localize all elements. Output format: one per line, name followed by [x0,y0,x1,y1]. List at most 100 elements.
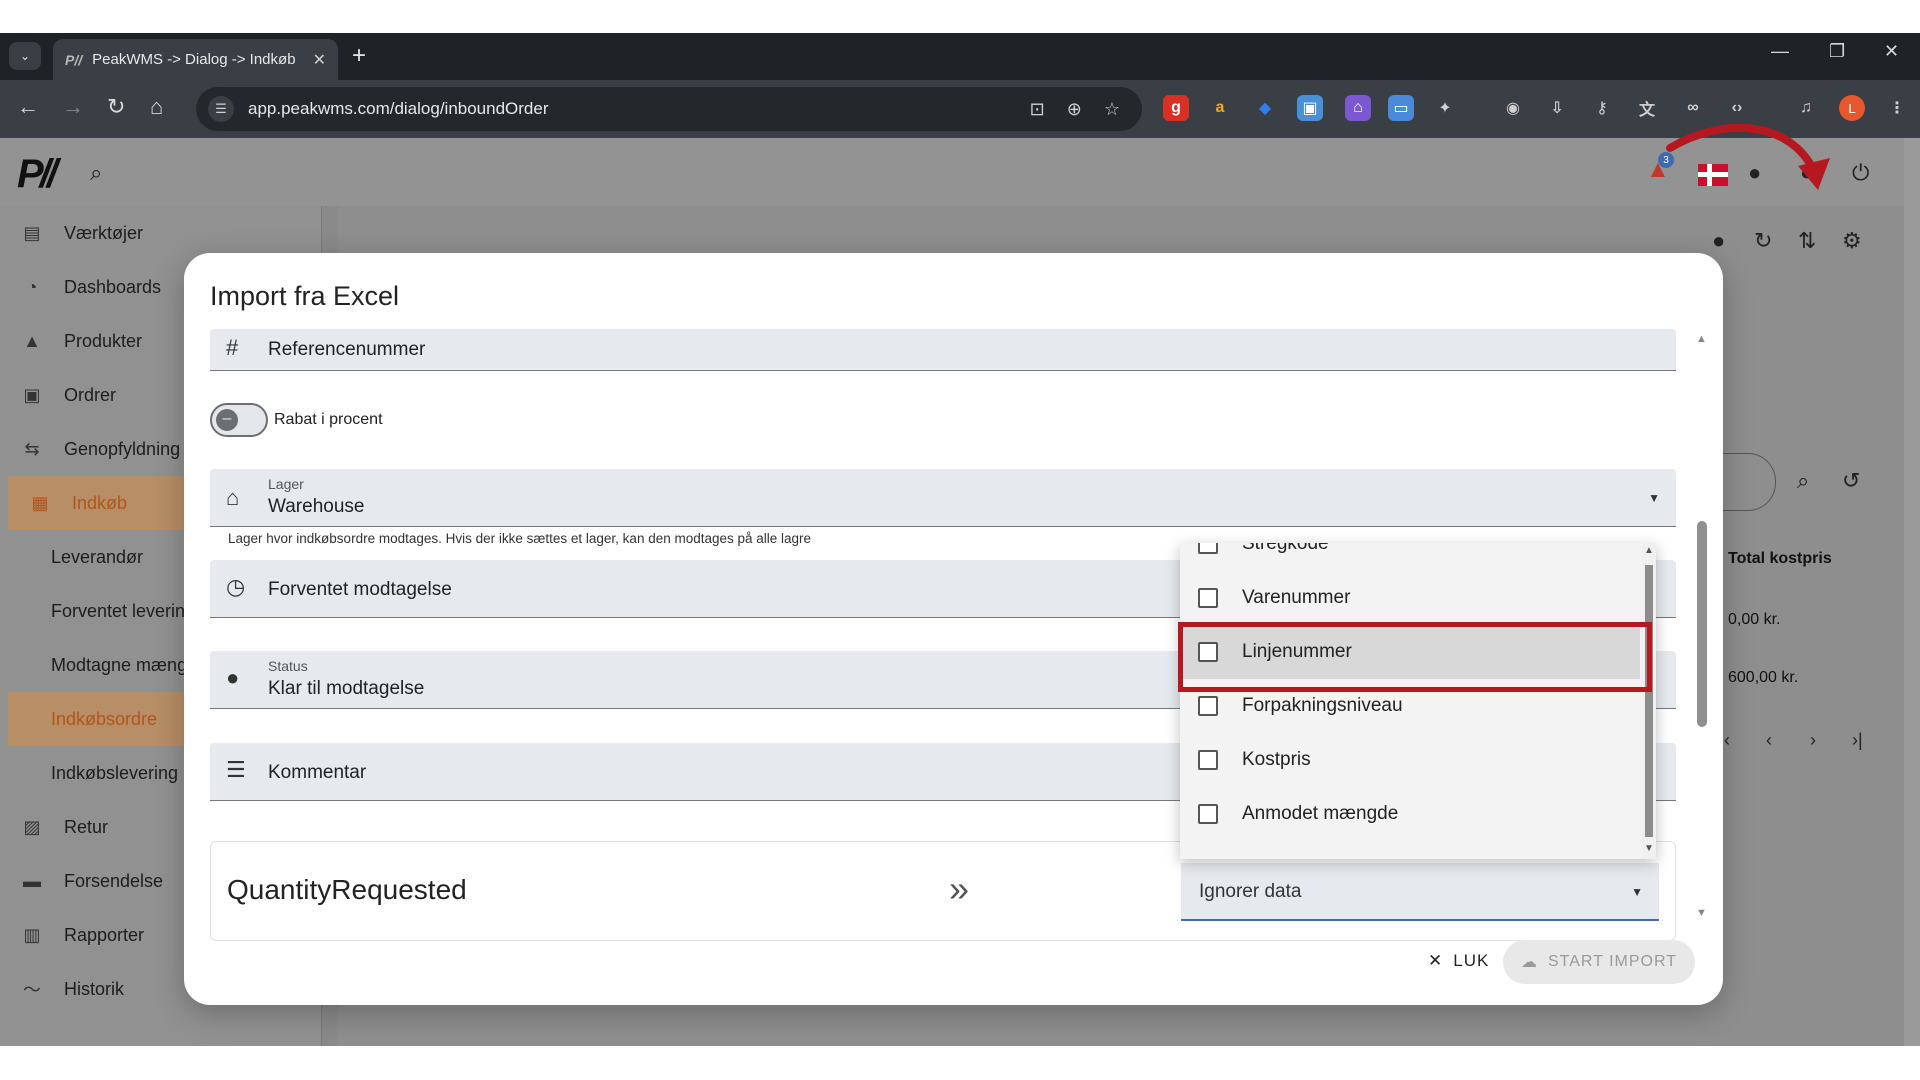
scroll-down-icon[interactable]: ▼ [1696,907,1707,919]
sidebar-item-label: Historik [64,978,125,999]
list-icon: ☰ [226,757,246,782]
reload-icon[interactable]: ↻ [107,93,125,121]
grammarly-icon[interactable]: g [1163,95,1189,121]
url-text[interactable]: app.peakwms.com/dialog/inboundOrder [248,99,1030,119]
checkbox[interactable] [1198,750,1218,770]
source-column-name: QuantityRequested [227,874,467,905]
screenshot-icon[interactable]: ▣ [1297,95,1323,121]
checkbox[interactable] [1198,804,1218,824]
scroll-down-icon[interactable]: ▼ [1644,843,1654,854]
house-badge-icon[interactable]: ⌂ [1345,95,1371,121]
warehouse-label: Lager [268,476,304,492]
sidebar-item-label: Produkter [64,330,143,351]
tab-title: PeakWMS -> Dialog -> Indkøb [92,51,296,68]
status-label: Status [268,658,308,674]
scroll-up-icon[interactable]: ▲ [1644,545,1654,556]
start-import-label: START IMPORT [1547,953,1678,970]
back-icon[interactable]: ← [17,93,39,121]
window-close-icon[interactable]: ✕ [1884,41,1899,62]
target-column-value: Ignorer data [1199,881,1302,902]
page-scrollbar[interactable] [1904,138,1920,1046]
truck-icon: ▬ [23,870,41,891]
help-circle-icon[interactable]: ● [1712,228,1725,254]
next-page-icon[interactable]: › [1810,730,1816,751]
close-button[interactable]: ✕ LUK [1414,943,1503,979]
discount-percent-label: Rabat i procent [274,411,383,428]
menu-item-varenummer[interactable]: Varenummer [1180,571,1640,625]
menu-kebab-icon[interactable]: ⋮ [1884,95,1910,121]
menu-item-stregkode[interactable]: Stregkode [1180,543,1640,571]
tab-search-button[interactable]: ⌄ [9,42,41,70]
warehouse-helper-text: Lager hvor indkøbsordre modtages. Hvis d… [228,531,812,546]
last-page-icon[interactable]: ›| [1852,730,1863,751]
new-tab-button[interactable]: + [352,43,366,69]
profile-avatar[interactable]: L [1839,95,1865,121]
menu-scrollbar[interactable]: ▲ ▼ [1642,543,1656,859]
power-icon[interactable]: ⏻ [1852,160,1869,186]
sidebar-item-label: Dashboards [64,276,162,297]
history-restore-icon[interactable]: ↺ [1842,468,1860,494]
password-icon[interactable]: ⚷ [1589,95,1615,121]
start-import-button[interactable]: ☁ START IMPORT [1503,940,1695,984]
history-icon: 〜 [23,980,41,1000]
sidebar-item-label: Leverandør [51,546,144,567]
comment-label: Kommentar [268,762,367,783]
restore-icon[interactable]: ❐ [1829,41,1845,62]
scroll-thumb[interactable] [1697,521,1707,727]
previous-page-icon[interactable]: ‹ [1766,730,1772,751]
translate-icon[interactable]: 文 [1634,95,1660,121]
puzzle-icon[interactable]: ✦ [1432,95,1458,121]
warehouse-select[interactable]: ⌂ Lager Warehouse ▼ [210,469,1676,527]
search-icon[interactable]: ⌕ [90,160,102,186]
hash-icon: # [226,335,239,360]
sidebar-item-vaerktoejer[interactable]: ▤ Værktøjer [0,206,322,260]
sidebar-item-label: Indkøb [72,492,128,513]
address-bar[interactable]: ☰ app.peakwms.com/dialog/inboundOrder ⊡ … [196,87,1142,131]
dropdown-caret-icon: ▼ [1648,491,1660,505]
amazon-icon[interactable]: a [1207,95,1233,121]
table-search-icon[interactable]: ⌕ [1797,468,1809,494]
browser-tab[interactable]: P// PeakWMS -> Dialog -> Indkøb ✕ [53,39,338,80]
minimize-icon[interactable]: — [1771,41,1789,62]
refresh-icon[interactable]: ↻ [1754,228,1772,254]
close-icon: ✕ [1428,951,1444,970]
diamond-icon[interactable]: ◆ [1252,95,1278,121]
target-column-select[interactable]: Ignorer data ▼ [1181,863,1659,921]
site-info-icon[interactable]: ☰ [208,96,234,122]
incognito-icon[interactable]: ◉ [1500,95,1526,121]
scroll-thumb[interactable] [1645,565,1653,837]
window-icon[interactable]: ▭ [1388,95,1414,121]
checkbox[interactable] [1198,588,1218,608]
download-icon[interactable]: ⇩ [1544,95,1570,121]
favicon-icon: P// [65,51,83,68]
reference-number-field[interactable]: # Referencenummer [210,329,1676,371]
scroll-up-icon[interactable]: ▲ [1696,333,1707,345]
sidebar-item-label: Forventet levering [51,600,196,621]
browser-tabbar: ⌄ P// PeakWMS -> Dialog -> Indkøb ✕ + — … [0,33,1920,80]
install-app-icon[interactable]: ⊡ [1030,99,1045,120]
settings-gear-icon[interactable]: ⚙ [1842,228,1862,254]
status-value: Klar til modtagelse [268,678,425,699]
home-icon[interactable]: ⌂ [150,93,163,121]
shapes-icon: ▲ [23,330,41,351]
forward-icon[interactable]: → [62,93,84,121]
cloud-upload-icon: ☁ [1520,954,1538,971]
bookmark-star-icon[interactable]: ☆ [1104,99,1120,120]
sort-icon[interactable]: ⇅ [1798,228,1816,254]
status-dots-icon: ● [226,665,240,690]
first-page-icon[interactable]: ‹ [1724,730,1730,751]
menu-item-kostpris[interactable]: Kostpris [1180,733,1640,787]
sidebar-item-label: Værktøjer [64,222,144,243]
column-header-total-kostpris[interactable]: Total kostpris [1728,550,1832,568]
menu-item-anmodet-maengde[interactable]: Anmodet mængde [1180,787,1640,841]
zoom-icon[interactable]: ⊕ [1067,99,1082,120]
close-tab-icon[interactable]: ✕ [313,50,326,70]
gauge-icon: ◔ [26,276,38,297]
sidebar-item-label: Retur [64,816,109,837]
order-icon: ▣ [23,384,41,405]
checkbox[interactable] [1198,543,1218,554]
sidebar-item-label: Indkøbslevering [51,762,179,783]
dialog-scrollbar[interactable]: ▲ ▼ [1694,333,1710,923]
checkbox[interactable] [1198,696,1218,716]
discount-percent-toggle[interactable]: – [210,403,268,437]
